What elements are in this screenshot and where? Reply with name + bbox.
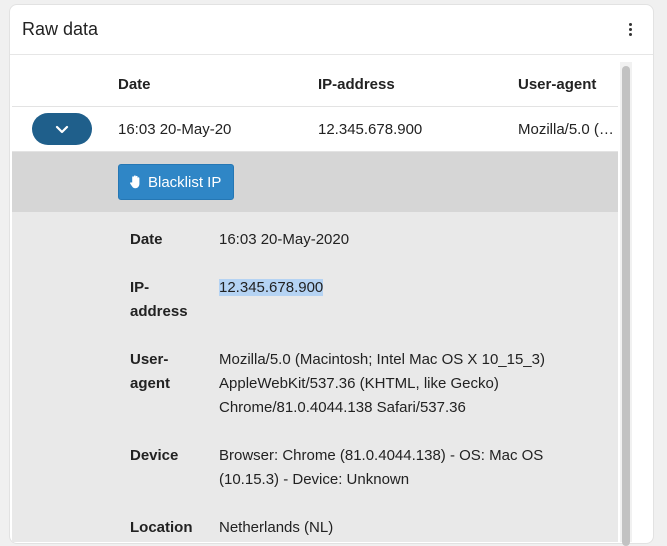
table-row[interactable]: 16:03 20-May-20 12.345.678.900 Mozilla/5… <box>12 107 618 152</box>
column-header-user-agent: User-agent <box>518 75 597 93</box>
blacklist-ip-label: Blacklist IP <box>148 173 222 191</box>
detail-row-location: Location Netherlands (NL) <box>12 516 618 540</box>
detail-label-line: agent <box>130 375 171 392</box>
cell-date: 16:03 20-May-20 <box>118 120 232 138</box>
detail-row-device: Device Browser: Chrome (81.0.4044.138) -… <box>12 444 618 492</box>
detail-row-date: Date 16:03 20-May-2020 <box>12 228 618 252</box>
card-header: Raw data <box>10 5 653 55</box>
detail-value: Mozilla/5.0 (Macintosh; Intel Mac OS X 1… <box>219 351 545 416</box>
detail-label: User- agent <box>12 348 219 420</box>
detail-action-bar: Blacklist IP <box>12 152 618 212</box>
vertical-scrollbar[interactable] <box>620 62 632 546</box>
cell-ip-address: 12.345.678.900 <box>318 120 423 138</box>
column-header-ip-address: IP-address <box>318 75 395 93</box>
detail-label: Device <box>130 447 179 464</box>
detail-row-user-agent: User- agent Mozilla/5.0 (Macintosh; Inte… <box>12 348 618 420</box>
detail-label-line: User- <box>130 351 169 368</box>
hand-icon <box>130 175 140 189</box>
detail-label: Location <box>130 519 193 536</box>
card-title: Raw data <box>22 19 99 39</box>
detail-label: IP- address <box>12 276 219 324</box>
detail-value: 16:03 20-May-2020 <box>219 231 350 248</box>
column-header-date: Date <box>118 75 151 93</box>
kebab-menu-icon[interactable] <box>621 18 639 42</box>
cell-user-agent: Mozilla/5.0 (Macintosh; Intel Mac OS X 1… <box>518 120 618 138</box>
row-detail-panel: Blacklist IP Date 16:03 20-May-2020 IP- … <box>12 152 618 542</box>
detail-field-list: Date 16:03 20-May-2020 IP- address 12.34… <box>12 212 618 540</box>
detail-value: 12.345.678.900 <box>219 276 579 324</box>
detail-label-line: address <box>130 303 188 320</box>
detail-value: Netherlands (NL) <box>219 519 334 536</box>
blacklist-ip-button[interactable]: Blacklist IP <box>118 164 235 200</box>
toggle-cell <box>12 113 118 145</box>
table-header: Date IP-address User-agent <box>12 62 618 107</box>
scrollbar-thumb[interactable] <box>622 66 630 546</box>
detail-value: Browser: Chrome (81.0.4044.138) - OS: Ma… <box>219 447 544 488</box>
detail-row-ip-address: IP- address 12.345.678.900 <box>12 276 618 324</box>
selected-ip-text[interactable]: 12.345.678.900 <box>219 279 324 296</box>
detail-label: Date <box>130 231 163 248</box>
detail-label-line: IP- <box>130 279 150 296</box>
raw-data-table: Date IP-address User-agent 16:03 20-May-… <box>12 62 618 542</box>
chevron-down-icon <box>55 125 69 133</box>
expand-row-button[interactable] <box>32 113 92 145</box>
